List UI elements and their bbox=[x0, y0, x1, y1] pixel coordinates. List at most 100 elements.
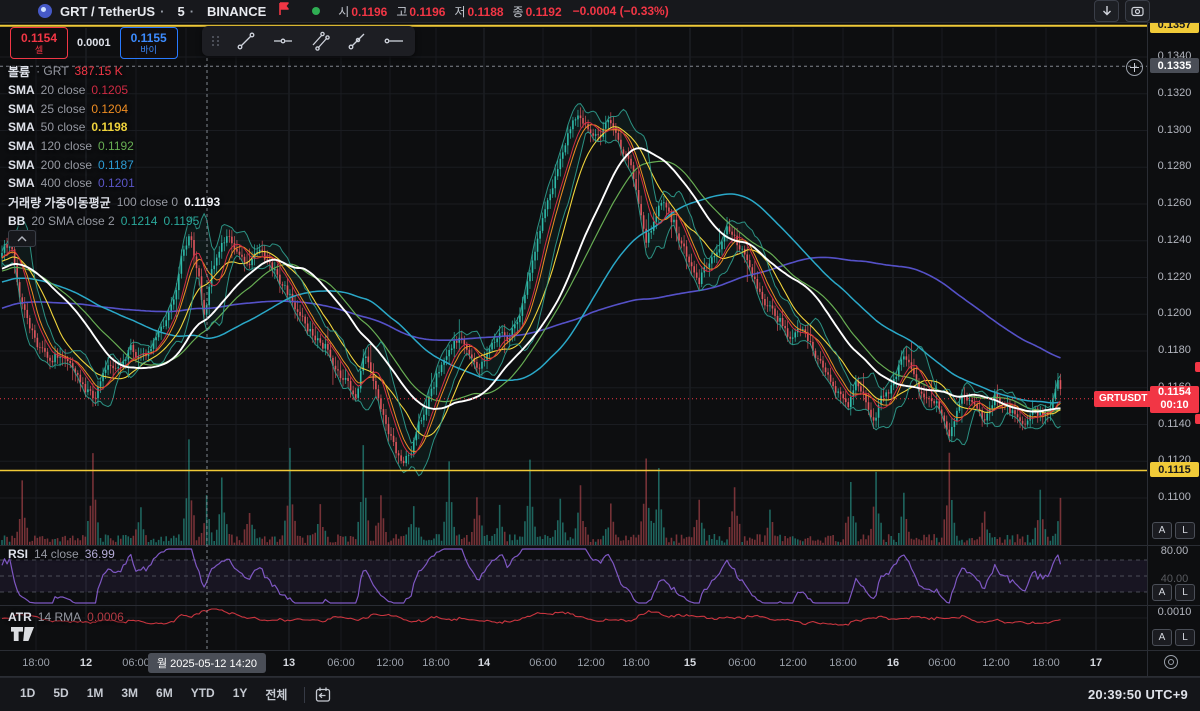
legend-row[interactable]: SMA200 close0.1187 bbox=[8, 155, 220, 174]
scroll-down-button[interactable] bbox=[1094, 0, 1119, 22]
time-tick: 14 bbox=[478, 657, 490, 669]
legend-row[interactable]: BB20 SMA close 20.12140.1195 bbox=[8, 212, 220, 231]
legend-text: SMA bbox=[8, 176, 35, 190]
buy-label: 바이 bbox=[140, 45, 157, 55]
legend-text: 0.1214 bbox=[121, 214, 158, 228]
scale-auto-button[interactable]: A bbox=[1152, 584, 1172, 601]
market-status-icon[interactable] bbox=[312, 7, 320, 15]
time-tick: 06:00 bbox=[728, 657, 756, 669]
range-6M[interactable]: 6M bbox=[148, 682, 181, 707]
legend-row[interactable]: 볼륨· GRT387.15 K bbox=[8, 62, 220, 81]
legend-row[interactable]: SMA 120 close 0.1192 bbox=[8, 137, 220, 156]
interval-button[interactable]: 5 bbox=[177, 4, 184, 19]
scale-buttons-atr: AL bbox=[1152, 629, 1195, 646]
ohlc-values: 시0.1196고0.1196저0.1188종0.1192 bbox=[338, 3, 570, 20]
legend-text: · GRT bbox=[36, 64, 68, 78]
range-YTD[interactable]: YTD bbox=[183, 682, 223, 707]
scale-auto-button[interactable]: A bbox=[1152, 629, 1172, 646]
buy-price: 0.1155 bbox=[131, 32, 167, 45]
legend-text: 0.1204 bbox=[91, 102, 128, 116]
legend-text: 36.99 bbox=[85, 547, 115, 561]
time-tick: 13 bbox=[283, 657, 295, 669]
legend-text: 0.1187 bbox=[98, 158, 134, 172]
legend-text: 0.1192 bbox=[98, 139, 134, 153]
time-tick: 18:00 bbox=[22, 657, 50, 669]
range-1Y[interactable]: 1Y bbox=[225, 682, 256, 707]
time-axis[interactable]: 월 2025-05-12 14:20 18:001206:001306:0012… bbox=[0, 650, 1147, 676]
bar-countdown: 00:10 bbox=[1150, 399, 1199, 412]
session-clock[interactable]: 20:39:50 UTC+9 bbox=[1088, 687, 1188, 702]
sell-button[interactable]: 0.1154 셀 bbox=[10, 27, 68, 59]
trading-chart-app: GRT / TetherUS · 5 · BINANCE 시0.1196고0.1… bbox=[0, 0, 1200, 711]
legend-text: 400 close bbox=[41, 176, 92, 190]
scale-log-button[interactable]: L bbox=[1175, 584, 1195, 601]
indicator-legend: 볼륨· GRT387.15 KSMA20 close0.1205SMA25 cl… bbox=[8, 62, 220, 230]
screenshot-button[interactable] bbox=[1125, 0, 1150, 22]
parallel-channel-tool[interactable] bbox=[309, 30, 331, 52]
legend-text: SMA bbox=[8, 139, 35, 153]
legend-collapse-button[interactable] bbox=[8, 230, 36, 247]
legend-text: 387.15 K bbox=[75, 64, 123, 78]
symbol-logo-icon bbox=[38, 4, 52, 18]
legend-text: 0.1205 bbox=[91, 83, 128, 97]
range-전체[interactable]: 전체 bbox=[257, 682, 295, 707]
date-range-buttons: 1D5D1M3M6MYTD1Y전체 bbox=[12, 682, 295, 707]
price-change: −0.0004 (−0.33%) bbox=[573, 4, 669, 18]
legend-text: ATR bbox=[8, 610, 32, 624]
legend-text: 거래량 가중이동평균 bbox=[8, 194, 111, 211]
legend-row[interactable]: SMA25 close0.1204 bbox=[8, 99, 220, 118]
edge-order-marker bbox=[1195, 414, 1200, 424]
spread-value: 0.0001 bbox=[77, 37, 111, 49]
time-tick: 18:00 bbox=[622, 657, 650, 669]
atr-legend[interactable]: ATR14 RMA0.0006 bbox=[8, 610, 124, 624]
ray-tool[interactable] bbox=[346, 30, 368, 52]
drawing-toolbar bbox=[202, 26, 415, 56]
time-tick: 18:00 bbox=[1032, 657, 1060, 669]
legend-text: 100 close 0 bbox=[117, 195, 178, 209]
ohlc-시: 시0.1196 bbox=[338, 3, 387, 20]
buy-button[interactable]: 0.1155 바이 bbox=[120, 27, 178, 59]
ohlc-종: 종0.1192 bbox=[513, 3, 562, 20]
legend-row[interactable]: SMA400 close0.1201 bbox=[8, 174, 220, 193]
crosshair-date-label: 월 2025-05-12 14:20 bbox=[148, 653, 266, 673]
legend-row[interactable]: SMA50 close0.1198 bbox=[8, 118, 220, 137]
price-tick: 0.1240 bbox=[1148, 234, 1200, 246]
scale-auto-button[interactable]: A bbox=[1152, 522, 1172, 539]
go-to-date-button[interactable] bbox=[314, 686, 332, 704]
legend-text: 0.1195 bbox=[163, 214, 199, 228]
time-tick: 12:00 bbox=[577, 657, 605, 669]
legend-row[interactable]: 거래량 가중이동평균 100 close 0 0.1193 bbox=[8, 193, 220, 212]
time-tick: 12:00 bbox=[982, 657, 1010, 669]
legend-row[interactable]: SMA20 close0.1205 bbox=[8, 81, 220, 100]
target-icon[interactable] bbox=[1164, 655, 1178, 669]
horizontal-ray-tool[interactable] bbox=[383, 30, 405, 52]
toolbar-drag-handle[interactable] bbox=[212, 36, 220, 46]
price-tick: 0.1220 bbox=[1148, 271, 1200, 283]
legend-text: 120 close bbox=[41, 139, 92, 153]
legend-text: 14 close bbox=[34, 547, 79, 561]
legend-text: 0.1193 bbox=[184, 195, 220, 209]
symbol-button[interactable]: GRT / TetherUS bbox=[60, 4, 155, 19]
price-tick: 0.1280 bbox=[1148, 160, 1200, 172]
legend-text: SMA bbox=[8, 158, 35, 172]
price-axis[interactable]: 0.1357 0.1335 0.1154 00:10 0.1115 0.1340… bbox=[1147, 0, 1200, 676]
time-tick: 06:00 bbox=[122, 657, 150, 669]
price-tick: 0.1300 bbox=[1148, 124, 1200, 136]
trend-line-tool[interactable] bbox=[235, 30, 257, 52]
add-alert-plus-icon[interactable] bbox=[1126, 59, 1143, 76]
range-3M[interactable]: 3M bbox=[113, 682, 146, 707]
range-5D[interactable]: 5D bbox=[45, 682, 76, 707]
horizontal-line-tool[interactable] bbox=[272, 30, 294, 52]
scale-log-button[interactable]: L bbox=[1175, 629, 1195, 646]
legend-text: SMA bbox=[8, 120, 35, 134]
sell-label: 셀 bbox=[35, 45, 43, 55]
tradingview-logo bbox=[10, 624, 36, 648]
range-1D[interactable]: 1D bbox=[12, 682, 43, 707]
legend-text: SMA bbox=[8, 83, 35, 97]
scale-log-button[interactable]: L bbox=[1175, 522, 1195, 539]
legend-text: RSI bbox=[8, 547, 28, 561]
flag-icon[interactable] bbox=[278, 2, 290, 21]
scale-buttons-rsi: AL bbox=[1152, 584, 1195, 601]
range-1M[interactable]: 1M bbox=[79, 682, 112, 707]
rsi-legend[interactable]: RSI 14 close 36.99 bbox=[8, 547, 115, 561]
